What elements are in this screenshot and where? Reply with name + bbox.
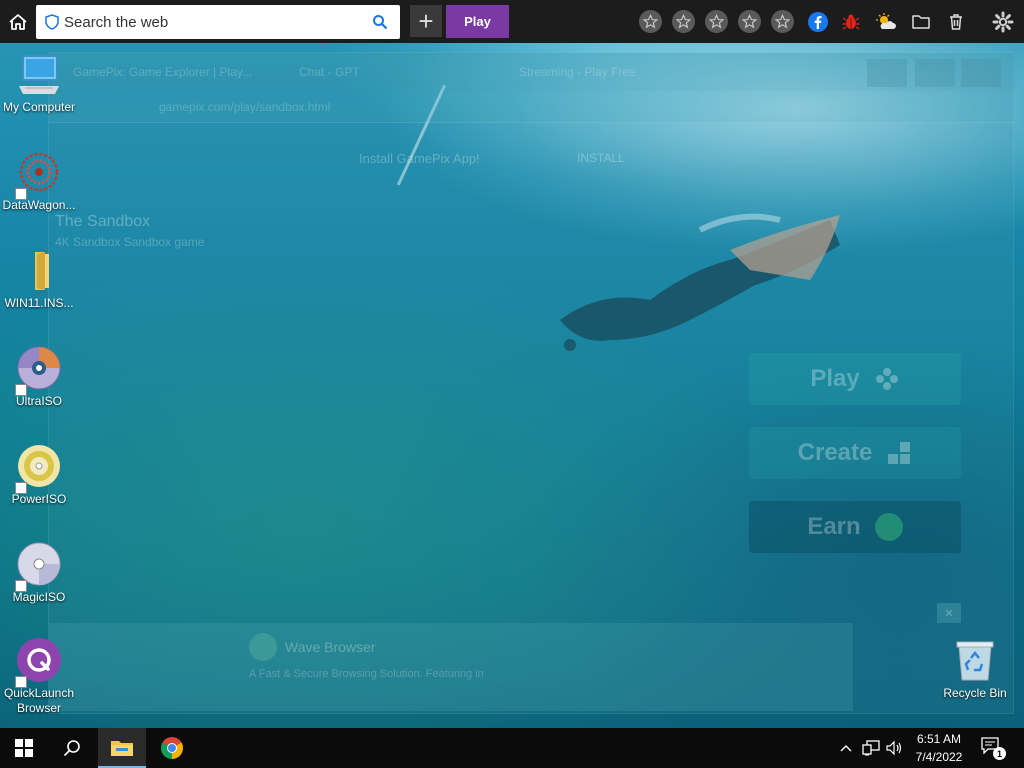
desktop-icon-quicklaunch[interactable]: QuickLaunch Browser [0, 638, 78, 716]
background-browser-window: GamePix: Game Explorer | Play... Chat - … [48, 52, 1015, 714]
star-icon[interactable] [639, 10, 662, 33]
taskbar: 6:51 AM 7/4/2022 1 [0, 728, 1024, 768]
chrome-button[interactable] [148, 728, 196, 768]
play-label: Play [810, 365, 860, 392]
ghost-address-bar[interactable]: gamepix.com/play/sandbox.html [49, 91, 1015, 123]
desktop-icon-magiciso[interactable]: MagicISO [0, 542, 78, 605]
close-window-button[interactable] [961, 59, 1001, 87]
shortcut-arrow-icon [15, 580, 27, 592]
desktop-icon-label: My Computer [2, 100, 76, 114]
desktop-icon-label: DataWagon... [2, 198, 76, 212]
desktop-icon-recycle-bin[interactable]: Recycle Bin [936, 638, 1014, 701]
ghost-earn-button[interactable]: Earn [749, 501, 961, 553]
ghost-play-button[interactable]: Play [749, 353, 961, 405]
install-banner-text: Install GamePix App! [359, 151, 480, 166]
game-title: The Sandbox [55, 213, 151, 230]
ghost-url: gamepix.com/play/sandbox.html [159, 100, 331, 114]
ghost-tab-bar: GamePix: Game Explorer | Play... Chat - … [49, 53, 1015, 91]
disc-icon [15, 542, 63, 592]
ghost-tab[interactable]: GamePix: Game Explorer | Play... [73, 65, 252, 79]
shortcut-arrow-icon [15, 188, 27, 200]
desktop-icon-label: MagicISO [12, 590, 66, 604]
desktop-icon-my-computer[interactable]: My Computer [0, 52, 78, 115]
shortcut-arrow-icon [15, 384, 27, 396]
wave-browser-icon [249, 633, 277, 661]
trash-icon[interactable] [944, 10, 968, 34]
weather-icon[interactable] [874, 10, 898, 34]
game-subtitle: 4K Sandbox Sandbox game [55, 235, 205, 249]
network-icon[interactable] [860, 738, 882, 758]
facebook-icon[interactable] [806, 10, 830, 34]
windows-icon [15, 739, 33, 757]
clock-time: 6:51 AM [916, 732, 962, 746]
taskbar-search-button[interactable] [48, 728, 96, 768]
search-input[interactable] [64, 5, 364, 39]
star-icon[interactable] [771, 10, 794, 33]
install-button[interactable]: INSTALL [577, 151, 625, 165]
search-icon[interactable] [372, 14, 388, 30]
start-button[interactable] [0, 728, 48, 768]
folder-icon [15, 248, 63, 296]
computer-icon [15, 52, 63, 100]
desktop-icon-label: QuickLaunch Browser [3, 686, 75, 715]
search-box [36, 5, 400, 39]
maximize-button[interactable] [915, 59, 955, 87]
desktop-icon-label: Recycle Bin [943, 686, 1007, 700]
gear-icon[interactable] [991, 10, 1015, 34]
folder-icon[interactable] [909, 10, 933, 34]
desktop-icon-datawagon[interactable]: DataWagon... [0, 150, 78, 213]
top-toolbar: + Play [0, 0, 1024, 43]
ghost-create-button[interactable]: Create [749, 427, 961, 479]
chrome-icon [161, 737, 183, 759]
shortcut-arrow-icon [15, 482, 27, 494]
disc-icon [15, 346, 63, 396]
gamepad-icon [875, 368, 898, 390]
quicklaunch-icon [15, 638, 63, 688]
file-explorer-icon [111, 741, 133, 756]
add-icon[interactable]: + [410, 5, 442, 37]
recycle-bin-icon [951, 638, 999, 686]
file-explorer-button[interactable] [98, 728, 146, 768]
datawagon-icon [15, 150, 63, 200]
star-icon[interactable] [705, 10, 728, 33]
notification-close-button[interactable]: ✕ [937, 603, 961, 623]
desktop-icon-label: UltraISO [15, 394, 62, 408]
shield-icon [45, 14, 59, 30]
desktop-icon-win11[interactable]: WIN11.INS... [0, 248, 78, 311]
play-button[interactable]: Play [446, 5, 509, 38]
desktop-icon-label: PowerISO [11, 492, 67, 506]
volume-icon[interactable] [884, 738, 904, 758]
search-icon [63, 740, 80, 757]
desktop-icon-ultraiso[interactable]: UltraISO [0, 346, 78, 409]
ghost-notification[interactable] [49, 623, 853, 711]
blocks-icon [888, 442, 911, 464]
home-icon[interactable] [6, 10, 30, 34]
star-icon[interactable] [672, 10, 695, 33]
disc-icon [15, 444, 63, 494]
notification-count-badge: 1 [993, 747, 1006, 760]
star-icon[interactable] [738, 10, 761, 33]
taskbar-clock[interactable]: 6:51 AM 7/4/2022 [904, 730, 974, 766]
create-label: Create [797, 439, 873, 466]
coin-icon [874, 513, 903, 541]
action-center-button[interactable]: 1 [980, 736, 1006, 760]
ghost-tab[interactable]: Chat - GPT [299, 65, 360, 79]
desktop-icon-label: WIN11.INS... [4, 296, 74, 310]
earn-label: Earn [807, 513, 861, 540]
minimize-button[interactable] [867, 59, 907, 87]
bug-icon[interactable] [839, 10, 863, 34]
clock-date: 7/4/2022 [915, 750, 963, 764]
shortcut-arrow-icon [15, 676, 27, 688]
chevron-up-icon[interactable] [838, 738, 854, 758]
notification-title: Wave Browser [285, 639, 376, 655]
ghost-tab[interactable]: Streaming - Play Free [519, 65, 636, 79]
desktop-icon-poweriso[interactable]: PowerISO [0, 444, 78, 507]
notification-body: A Fast & Secure Browsing Solution. Featu… [249, 668, 484, 680]
